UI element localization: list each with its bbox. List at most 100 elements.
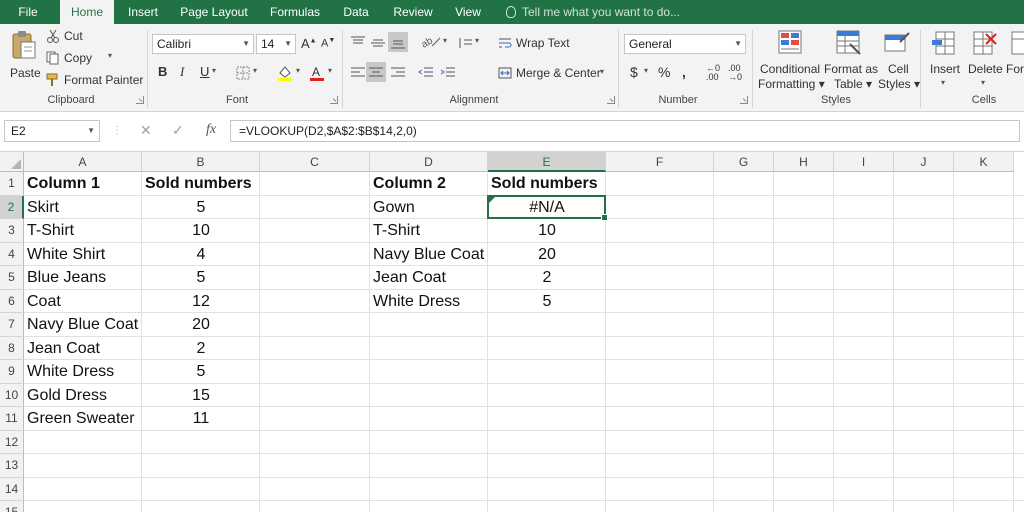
tab-view[interactable]: View — [450, 0, 486, 24]
alignment-launcher-icon[interactable] — [607, 96, 615, 104]
fill-color-icon[interactable] — [276, 64, 294, 82]
cell-b3[interactable]: 10 — [142, 219, 260, 242]
decrease-font-icon[interactable]: A▼ — [321, 37, 335, 50]
copy-button[interactable]: Copy ▾ — [46, 50, 116, 66]
tab-insert[interactable]: Insert — [120, 0, 166, 24]
copy-dropdown-icon[interactable]: ▾ — [108, 51, 112, 60]
cell-a6[interactable]: Coat — [27, 290, 61, 313]
column-header-f[interactable]: F — [606, 152, 714, 172]
number-launcher-icon[interactable] — [740, 96, 748, 104]
paste-button[interactable]: Paste — [8, 28, 41, 88]
cell-a10[interactable]: Gold Dress — [27, 384, 107, 407]
orientation-icon[interactable]: ab — [420, 34, 442, 50]
align-top-icon[interactable] — [350, 36, 366, 50]
align-right-icon[interactable] — [390, 66, 406, 80]
column-header-e[interactable]: E — [488, 152, 606, 172]
increase-decimal-icon[interactable]: ←0.00 — [706, 64, 720, 82]
column-header-k[interactable]: K — [954, 152, 1014, 172]
delete-dropdown-icon[interactable]: ▾ — [981, 78, 985, 87]
cell-e5[interactable]: 2 — [488, 266, 606, 289]
row-header-14[interactable]: 14 — [0, 477, 24, 501]
cell-e4[interactable]: 20 — [488, 243, 606, 266]
column-header-j[interactable]: J — [894, 152, 954, 172]
enter-icon[interactable]: ✓ — [172, 122, 184, 139]
tell-me-box[interactable]: Tell me what you want to do... — [506, 0, 680, 24]
cut-button[interactable]: Cut — [46, 28, 106, 44]
bold-button[interactable]: B — [158, 64, 167, 79]
cell-b8[interactable]: 2 — [142, 337, 260, 360]
merge-center-button[interactable]: Merge & Center ▾ — [498, 64, 610, 82]
error-indicator-icon[interactable] — [489, 196, 495, 203]
cell-b11[interactable]: 11 — [142, 407, 260, 430]
column-header-b[interactable]: B — [142, 152, 260, 172]
cell-d2[interactable]: Gown — [373, 196, 415, 219]
cell-b1[interactable]: Sold numbers — [145, 172, 252, 195]
cell-d5[interactable]: Jean Coat — [373, 266, 446, 289]
cell-b5[interactable]: 5 — [142, 266, 260, 289]
cell-a4[interactable]: White Shirt — [27, 243, 105, 266]
font-name-combo[interactable]: Calibri ▼ — [152, 34, 254, 54]
cell-a11[interactable]: Green Sweater — [27, 407, 135, 430]
insert-dropdown-icon[interactable]: ▾ — [941, 78, 945, 87]
tab-review[interactable]: Review — [388, 0, 438, 24]
insert-function-icon[interactable]: fx — [206, 122, 216, 138]
row-header-12[interactable]: 12 — [0, 430, 24, 454]
name-box[interactable]: E2 ▼ — [4, 120, 100, 142]
text-direction-dropdown-icon[interactable]: ▾ — [475, 36, 479, 45]
column-header-c[interactable]: C — [260, 152, 370, 172]
underline-button[interactable]: U — [200, 64, 209, 79]
font-color-icon[interactable]: A — [308, 64, 326, 82]
insert-cells-button[interactable]: Insert ▾ — [926, 28, 964, 92]
increase-indent-icon[interactable] — [440, 66, 456, 80]
cell-e6[interactable]: 5 — [488, 290, 606, 313]
column-header-h[interactable]: H — [774, 152, 834, 172]
cell-b4[interactable]: 4 — [142, 243, 260, 266]
row-header-5[interactable]: 5 — [0, 266, 24, 290]
cell-b9[interactable]: 5 — [142, 360, 260, 383]
cell-b6[interactable]: 12 — [142, 290, 260, 313]
borders-dropdown-icon[interactable]: ▾ — [253, 66, 257, 75]
fill-color-dropdown-icon[interactable]: ▾ — [296, 66, 300, 75]
conditional-formatting-button[interactable]: Conditional Formatting ▾ — [758, 28, 825, 92]
currency-icon[interactable]: $ — [630, 64, 638, 80]
decrease-indent-icon[interactable] — [418, 66, 434, 80]
cell-b10[interactable]: 15 — [142, 384, 260, 407]
tab-file[interactable]: File — [8, 0, 48, 24]
tab-home[interactable]: Home — [60, 0, 114, 24]
cancel-icon[interactable]: ✕ — [140, 122, 152, 139]
orientation-dropdown-icon[interactable]: ▾ — [443, 36, 447, 45]
row-header-10[interactable]: 10 — [0, 383, 24, 407]
cell-d4[interactable]: Navy Blue Coat — [373, 243, 484, 266]
cell-a5[interactable]: Blue Jeans — [27, 266, 106, 289]
cell-styles-button[interactable]: Cell Styles ▾ — [878, 28, 920, 92]
row-header-11[interactable]: 11 — [0, 407, 24, 431]
font-size-combo[interactable]: 14 ▼ — [256, 34, 296, 54]
number-format-combo[interactable]: General ▼ — [624, 34, 746, 54]
align-center-button[interactable] — [366, 62, 386, 82]
row-header-6[interactable]: 6 — [0, 289, 24, 313]
row-header-13[interactable]: 13 — [0, 454, 24, 478]
cell-b2[interactable]: 5 — [142, 196, 260, 219]
align-middle-icon[interactable] — [370, 36, 386, 50]
column-header-d[interactable]: D — [370, 152, 488, 172]
row-header-1[interactable]: 1 — [0, 172, 24, 196]
spreadsheet-grid[interactable]: A B C D E F G H I J K 1 2 3 4 5 6 7 8 9 10 11 12 13 14 15 Column 1… — [0, 152, 1024, 512]
tab-formulas[interactable]: Formulas — [264, 0, 326, 24]
comma-style-icon[interactable]: , — [682, 64, 686, 80]
row-header-9[interactable]: 9 — [0, 360, 24, 384]
tab-page-layout[interactable]: Page Layout — [176, 0, 252, 24]
decrease-decimal-icon[interactable]: .00 →0 — [728, 64, 742, 82]
row-header-7[interactable]: 7 — [0, 313, 24, 337]
select-all-button[interactable] — [0, 152, 24, 172]
increase-font-icon[interactable]: A▲ — [301, 36, 317, 51]
cell-a8[interactable]: Jean Coat — [27, 337, 100, 360]
tab-data[interactable]: Data — [338, 0, 374, 24]
row-header-8[interactable]: 8 — [0, 336, 24, 360]
cell-a2[interactable]: Skirt — [27, 196, 59, 219]
cell-d3[interactable]: T-Shirt — [373, 219, 420, 242]
column-header-a[interactable]: A — [24, 152, 142, 172]
text-direction-icon[interactable] — [458, 36, 474, 50]
row-header-3[interactable]: 3 — [0, 219, 24, 243]
font-launcher-icon[interactable] — [330, 96, 338, 104]
cell-a9[interactable]: White Dress — [27, 360, 114, 383]
